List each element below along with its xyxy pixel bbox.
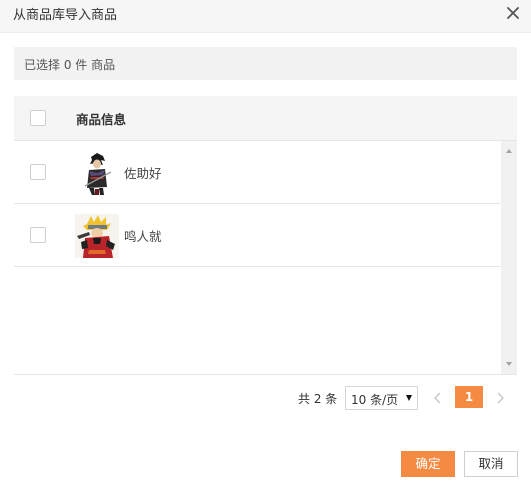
table-scrollbar[interactable] <box>501 141 517 374</box>
close-icon[interactable] <box>505 5 521 21</box>
table-row: 佐助好 <box>14 141 501 204</box>
import-dialog: 从商品库导入商品 已选择 0 件 商品 商品信息 佐助好 鸣人就 共 2 条 1… <box>0 0 531 486</box>
table-row: 鸣人就 <box>14 204 501 267</box>
table-header: 商品信息 <box>14 96 517 141</box>
product-thumbnail <box>75 214 119 258</box>
prev-page-icon[interactable] <box>431 390 445 404</box>
next-page-icon[interactable] <box>493 390 507 404</box>
column-header-product-info: 商品信息 <box>76 112 127 127</box>
product-thumbnail <box>75 151 119 195</box>
total-count-text: 共 2 条 <box>298 392 338 406</box>
caret-down-icon <box>406 395 412 401</box>
table-body: 佐助好 鸣人就 <box>14 141 517 375</box>
product-name: 佐助好 <box>124 166 162 181</box>
scroll-up-icon[interactable] <box>506 149 512 153</box>
product-name: 鸣人就 <box>124 229 162 244</box>
cancel-button[interactable]: 取消 <box>464 451 518 477</box>
select-all-checkbox[interactable] <box>30 110 46 126</box>
selection-count-text: 已选择 0 件 商品 <box>24 58 116 72</box>
page-size-value: 10 条/页 <box>351 393 399 407</box>
confirm-button[interactable]: 确定 <box>401 451 455 477</box>
row-checkbox[interactable] <box>30 164 46 180</box>
product-table: 商品信息 佐助好 鸣人就 <box>14 96 517 375</box>
dialog-title-bar: 从商品库导入商品 <box>0 0 531 33</box>
scroll-down-icon[interactable] <box>506 362 512 366</box>
page-size-select[interactable]: 10 条/页 <box>345 386 418 410</box>
pagination: 共 2 条 10 条/页 1 <box>0 386 531 410</box>
selection-summary: 已选择 0 件 商品 <box>14 47 517 80</box>
dialog-title: 从商品库导入商品 <box>13 8 118 23</box>
page-number-button[interactable]: 1 <box>455 386 483 408</box>
row-checkbox[interactable] <box>30 227 46 243</box>
